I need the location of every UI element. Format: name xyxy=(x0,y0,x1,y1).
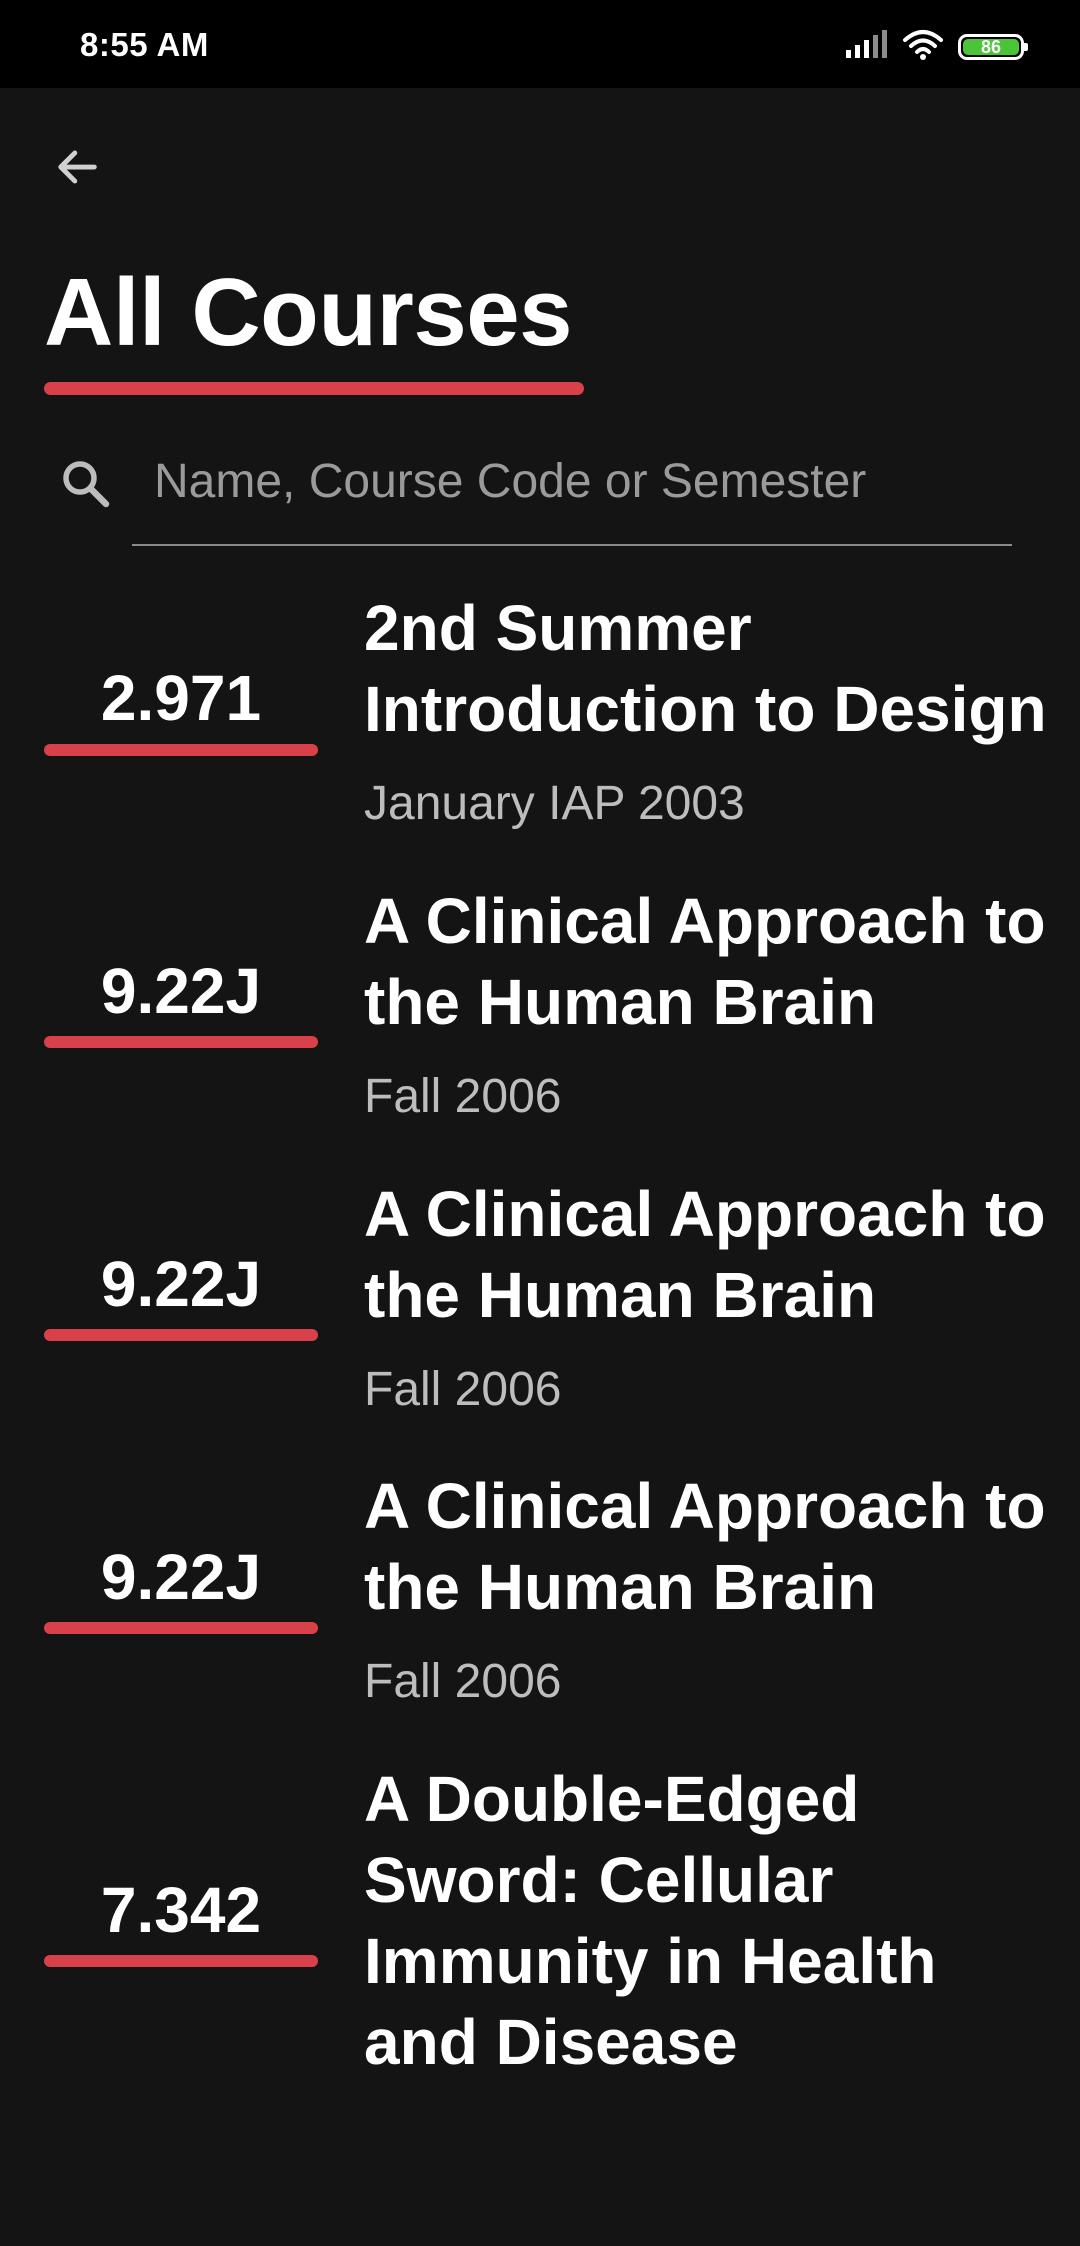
battery-fill: 86 xyxy=(963,37,1019,57)
battery-icon: 86 xyxy=(958,34,1028,60)
course-code: 9.22J xyxy=(100,1247,262,1320)
course-code-block: 9.22J xyxy=(0,955,364,1049)
course-term: Fall 2006 xyxy=(364,1655,562,1709)
course-code-underline xyxy=(44,1329,318,1342)
page-title: All Courses xyxy=(44,259,572,366)
course-list-item[interactable]: 9.22J A Clinical Approach to the Human B… xyxy=(0,1174,1080,1417)
signal-icon xyxy=(846,29,888,65)
course-code: 9.22J xyxy=(100,955,262,1027)
search-input[interactable] xyxy=(132,446,1012,546)
course-code-underline xyxy=(44,1955,318,1968)
course-code-block: 7.342 xyxy=(0,1873,364,1968)
course-list-item[interactable]: 2.971 2nd Summer Introduction to Design … xyxy=(0,588,1080,831)
arrow-left-icon xyxy=(58,150,97,184)
course-list-item[interactable]: 9.22J A Clinical Approach to the Human B… xyxy=(0,1466,1080,1709)
battery-level: 86 xyxy=(980,37,1002,57)
battery-cap xyxy=(1024,43,1028,51)
course-name: A Clinical Approach to the Human Brain xyxy=(364,1470,1046,1624)
course-name: A Clinical Approach to the Human Brain xyxy=(364,884,1046,1038)
course-list-item[interactable]: 9.22J A Clinical Approach to the Human B… xyxy=(0,881,1080,1124)
course-name: 2nd Summer Introduction to Design xyxy=(364,592,1047,745)
course-term: Fall 2006 xyxy=(364,1069,562,1123)
course-info: A Clinical Approach to the Human Brain F… xyxy=(364,881,1080,1124)
wifi-icon xyxy=(902,29,944,66)
course-code-underline xyxy=(44,1621,318,1634)
course-term: January IAP 2003 xyxy=(364,777,745,830)
status-bar: 8:55 AM 86 xyxy=(0,0,1080,88)
course-code-block: 9.22J xyxy=(0,1540,364,1634)
course-code-underline xyxy=(44,1036,318,1049)
course-code-block: 9.22J xyxy=(0,1247,364,1342)
back-button[interactable] xyxy=(44,134,110,200)
course-info: 2nd Summer Introduction to Design Januar… xyxy=(364,588,1080,831)
course-code: 9.22J xyxy=(100,1540,262,1613)
course-info: A Double-Edged Sword: Cellular Immunity … xyxy=(364,1759,1080,2083)
course-code-underline xyxy=(44,743,318,756)
course-code-block: 2.971 xyxy=(0,662,364,756)
course-name: A Double-Edged Sword: Cellular Immunity … xyxy=(364,1763,937,2079)
search-icon xyxy=(58,456,114,512)
status-time: 8:55 AM xyxy=(80,26,209,63)
course-term: Fall 2006 xyxy=(364,1362,562,1416)
course-list: 2.971 2nd Summer Introduction to Design … xyxy=(0,560,1080,2083)
course-code: 2.971 xyxy=(100,662,262,735)
course-name: A Clinical Approach to the Human Brain xyxy=(364,1177,1046,1331)
course-info: A Clinical Approach to the Human Brain F… xyxy=(364,1174,1080,1417)
course-info: A Clinical Approach to the Human Brain F… xyxy=(364,1466,1080,1709)
course-code: 7.342 xyxy=(100,1873,262,1946)
course-list-item[interactable]: 7.342 A Double-Edged Sword: Cellular Imm… xyxy=(0,1759,1080,2083)
title-underline xyxy=(44,382,584,395)
status-icons: 86 xyxy=(846,29,1028,66)
